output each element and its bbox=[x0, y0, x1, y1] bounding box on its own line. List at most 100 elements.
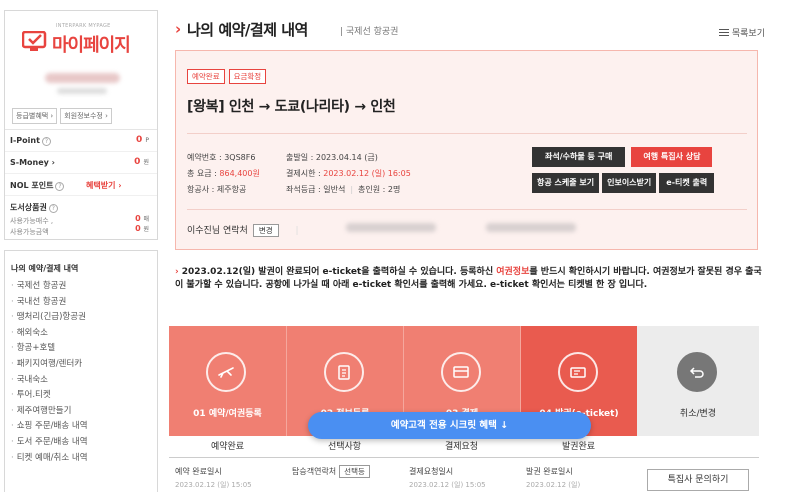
clipboard-icon bbox=[324, 352, 364, 392]
divider bbox=[187, 209, 747, 210]
airplane-icon bbox=[206, 352, 246, 392]
chevron-right-icon: › bbox=[175, 267, 179, 277]
list-icon bbox=[718, 29, 729, 36]
booking-steps: 01 예약/여권등록 02 정보등록 03 결제 04 발권(e-ticket)… bbox=[169, 326, 759, 492]
list-view-label: 목록보기 bbox=[731, 29, 765, 39]
ipoint-unit: P bbox=[145, 137, 149, 144]
help-icon[interactable]: ? bbox=[48, 204, 58, 213]
notice-text-1: 2023.02.12(일) 발권이 완료되어 e-ticket을 출력하실 수 … bbox=[181, 267, 497, 277]
sidebar-menu-item[interactable]: 국내선 항공권 bbox=[11, 295, 157, 311]
chevron-right-icon: › bbox=[175, 20, 182, 38]
step-status: 선택사항 bbox=[327, 442, 362, 452]
step-reservation[interactable]: 01 예약/여권등록 bbox=[169, 326, 286, 436]
step-status: 발권완료 bbox=[561, 442, 596, 452]
ipoint-label: I-Point? bbox=[10, 136, 51, 146]
menu-title: 나의 예약/결제 내역 bbox=[11, 264, 79, 273]
step-label: 01 예약/여권등록 bbox=[193, 409, 262, 419]
help-icon[interactable]: ? bbox=[55, 182, 65, 191]
sidebar-menu-item[interactable]: 티켓 예매/취소 내역 bbox=[11, 451, 157, 467]
flight-route: [왕복] 인천 → 도쿄(나리타) → 인천 bbox=[187, 99, 396, 115]
reservation-menu: 나의 예약/결제 내역 국제선 항공권국내선 항공권땡처리(긴급)항공권해외숙소… bbox=[4, 250, 158, 492]
step-cancel-change[interactable]: 취소/변경 bbox=[637, 326, 759, 436]
total-price-value: 864,400원 bbox=[219, 169, 260, 178]
step-status: 결제요청 bbox=[444, 442, 479, 452]
smoney-value: 0 원 bbox=[134, 157, 149, 167]
gift-count-value: 0 매 bbox=[135, 214, 149, 223]
contact-label: 이수진님 연락처 bbox=[187, 226, 248, 236]
separator: | bbox=[295, 226, 299, 236]
airline: 항공사 : 제주항공 bbox=[187, 185, 247, 194]
ipoint-label-text: I-Point bbox=[10, 136, 40, 145]
payment-deadline-label: 결제시한 : bbox=[286, 169, 324, 178]
status-tags: 예약완료 요금확정 bbox=[187, 69, 267, 84]
sidebar-menu-item[interactable]: 해외숙소 bbox=[11, 326, 157, 342]
smoney-number: 0 bbox=[134, 157, 141, 167]
sidebar-menu-item[interactable]: 국제선 항공권 bbox=[11, 279, 157, 295]
nol-point-row: NOL 포인트? 혜택받기 › bbox=[5, 174, 157, 196]
page-subtitle: | 국제선 항공권 bbox=[340, 27, 399, 37]
step-status: 예약완료 bbox=[210, 442, 245, 452]
ipoint-number: 0 bbox=[135, 135, 143, 145]
points-list: I-Point? 0 P S-Money › 0 원 NOL 포인트? 혜택받기… bbox=[5, 129, 157, 242]
sidebar-menu-item[interactable]: 국내숙소 bbox=[11, 373, 157, 389]
gift-count-number: 0 bbox=[135, 214, 141, 223]
sidebar-menu-item[interactable]: 쇼핑 주문/배송 내역 bbox=[11, 419, 157, 435]
nol-benefit-link[interactable]: 혜택받기 › bbox=[86, 180, 122, 191]
gift-amount-unit: 원 bbox=[143, 226, 149, 233]
seat-baggage-button[interactable]: 좌석/수하물 등 구매 bbox=[532, 147, 626, 167]
payment-request-value: 2023.02.12 (일) 15:05 bbox=[409, 481, 486, 489]
eticket-print-button[interactable]: e-티켓 출력 bbox=[659, 173, 715, 193]
reservation-card: 예약완료 요금확정 [왕복] 인천 → 도쿄(나리타) → 인천 예약번호 : … bbox=[175, 50, 758, 250]
user-id-blurred bbox=[57, 88, 107, 94]
separator: | bbox=[350, 185, 354, 194]
seat-and-pax: 좌석등급 : 일반석 | 총인원 : 2명 bbox=[286, 182, 411, 198]
travel-consult-button[interactable]: 여행 특집사 상담 bbox=[631, 147, 713, 167]
nol-label-text: NOL 포인트 bbox=[10, 181, 54, 190]
ipoint-row: I-Point? 0 P bbox=[5, 130, 157, 152]
sidebar-menu-item[interactable]: 도서 주문/배송 내역 bbox=[11, 435, 157, 451]
mypage-logo[interactable]: INTERPARK MYPAGE 마이페이지 bbox=[21, 23, 147, 59]
payment-deadline-value: 2023.02.12 (일) 16:05 bbox=[323, 169, 411, 178]
smoney-row[interactable]: S-Money › 0 원 bbox=[5, 152, 157, 174]
gift-amount-value: 0 원 bbox=[135, 224, 149, 233]
gift-count-unit: 매 bbox=[143, 216, 149, 223]
credit-card-icon bbox=[441, 352, 481, 392]
passport-info-link[interactable]: 여권정보 bbox=[496, 267, 529, 277]
grade-benefit-button[interactable]: 등급별혜택 › bbox=[12, 108, 58, 124]
seat-class: 좌석등급 : 일반석 bbox=[286, 185, 346, 194]
ticketing-date-label: 발권 완료일시 bbox=[526, 467, 573, 476]
select-button[interactable]: 선택등 bbox=[339, 465, 370, 478]
profile-box: INTERPARK MYPAGE 마이페이지 등급별혜택 › 회원정보수정 › … bbox=[4, 10, 158, 240]
total-price-label: 총 요금 : bbox=[187, 169, 220, 178]
email-blurred bbox=[486, 223, 576, 232]
phone-blurred bbox=[346, 223, 436, 232]
profile-buttons: 등급별혜택 › 회원정보수정 › bbox=[12, 108, 112, 124]
sidebar-menu-item[interactable]: 투어.티켓 bbox=[11, 388, 157, 404]
agent-inquiry-button[interactable]: 특집사 문의하기 bbox=[647, 469, 749, 491]
sidebar-menu-item[interactable]: 제주여행만들기 bbox=[11, 404, 157, 420]
booking-number: 예약번호 : 3QS8F6 bbox=[187, 153, 256, 162]
secret-benefit-banner[interactable]: 예약고객 전용 시크릿 혜택 ↓ bbox=[308, 412, 591, 439]
edit-profile-button[interactable]: 회원정보수정 › bbox=[60, 108, 112, 124]
list-view-button[interactable]: 목록보기 bbox=[718, 26, 765, 39]
sidebar-menu-item[interactable]: 땡처리(긴급)항공권 bbox=[11, 310, 157, 326]
sidebar-menu-item[interactable]: 패키지여행/렌터카 bbox=[11, 357, 157, 373]
brand-small-text: INTERPARK MYPAGE bbox=[56, 23, 111, 29]
sidebar-menu-item[interactable]: 항공+호텔 bbox=[11, 341, 157, 357]
invoice-button[interactable]: 인보이스받기 bbox=[602, 173, 657, 193]
main-content: › 나의 예약/결제 내역 | 국제선 항공권 목록보기 예약완료 요금확정 [… bbox=[169, 0, 800, 492]
passenger-contact-label: 탑승객연락처 bbox=[292, 467, 337, 476]
ipoint-value: 0 P bbox=[136, 135, 149, 145]
change-contact-button[interactable]: 변경 bbox=[252, 224, 279, 237]
gift-label-text: 도서상품권 bbox=[10, 203, 47, 212]
step-label: 취소/변경 bbox=[679, 409, 717, 419]
eticket-notice: › 2023.02.12(일) 발권이 완료되어 e-ticket을 출력하실 수… bbox=[175, 266, 765, 292]
page-title: 나의 예약/결제 내역 bbox=[187, 21, 308, 39]
menu-list: 국제선 항공권국내선 항공권땡처리(긴급)항공권해외숙소항공+호텔패키지여행/렌… bbox=[11, 279, 157, 466]
status-badge: 예약완료 bbox=[187, 69, 225, 84]
help-icon[interactable]: ? bbox=[41, 137, 51, 146]
passenger-count: 총인원 : 2명 bbox=[358, 185, 401, 194]
user-name-blurred bbox=[45, 73, 120, 83]
flight-schedule-button[interactable]: 항공 스케줄 보기 bbox=[532, 173, 600, 193]
smoney-unit: 원 bbox=[143, 159, 149, 166]
